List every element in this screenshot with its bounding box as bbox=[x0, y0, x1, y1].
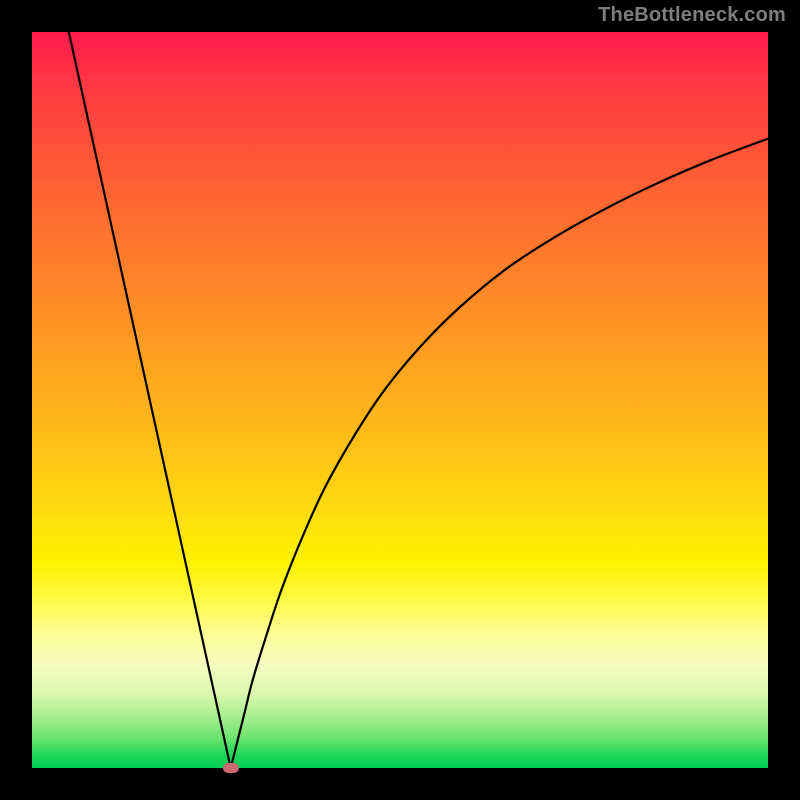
plot-area bbox=[32, 32, 768, 768]
chart-frame: TheBottleneck.com bbox=[0, 0, 800, 800]
watermark: TheBottleneck.com bbox=[598, 4, 786, 27]
curve-path bbox=[69, 32, 768, 768]
vertex-marker bbox=[223, 763, 239, 773]
bottleneck-curve bbox=[32, 32, 768, 768]
